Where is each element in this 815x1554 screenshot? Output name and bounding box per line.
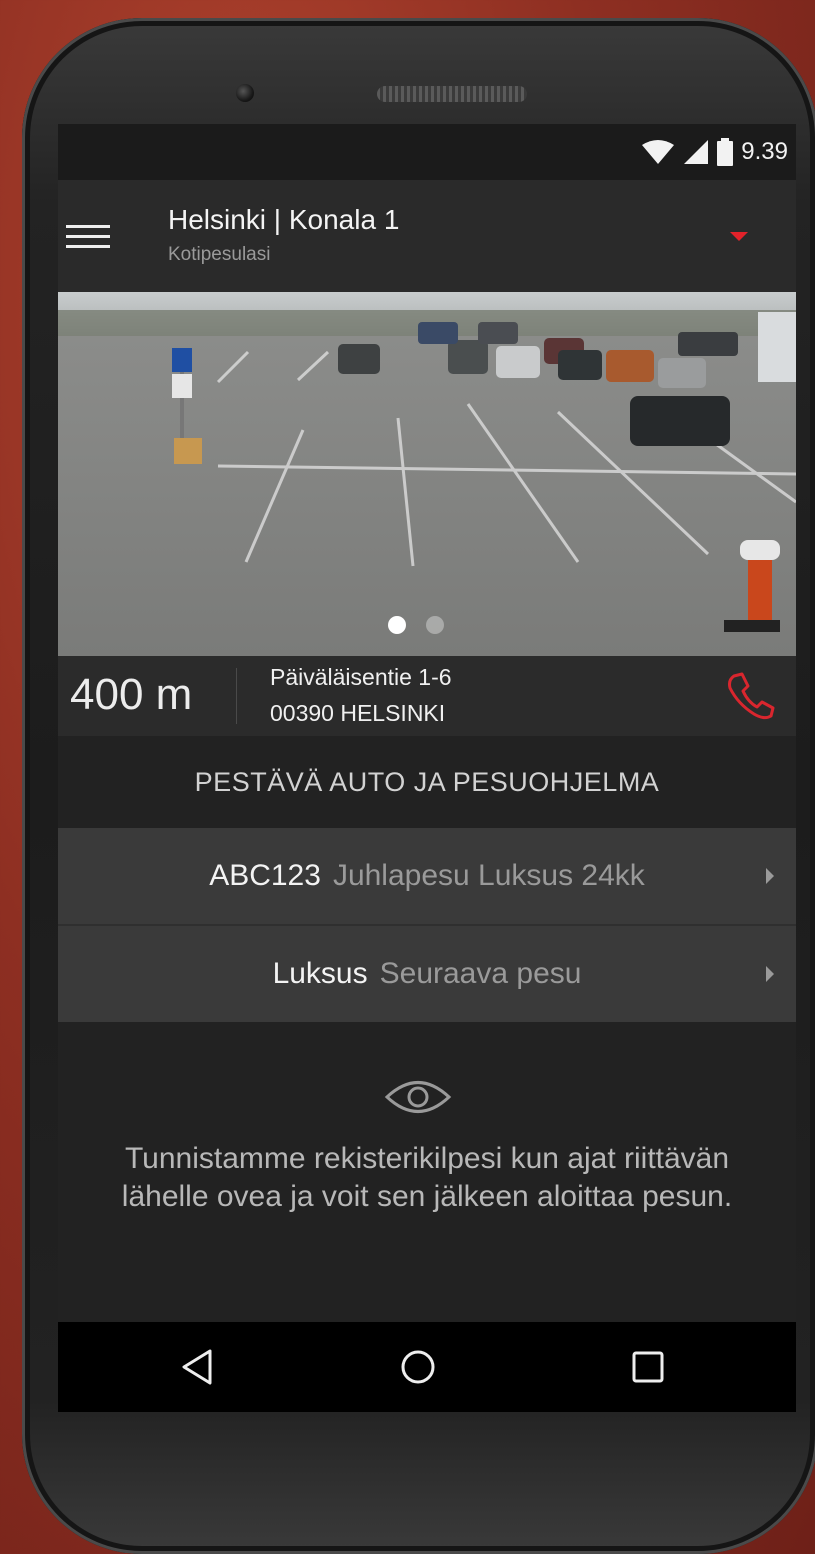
carousel-dot[interactable] [388, 616, 406, 634]
front-camera [236, 84, 254, 102]
status-icons: 9.39 [641, 138, 788, 166]
phone-icon[interactable] [724, 670, 776, 722]
recents-icon[interactable] [628, 1347, 668, 1387]
earpiece-speaker [377, 86, 527, 102]
parking-lot-image [58, 292, 796, 656]
postal-city: 00390 HELSINKI [270, 700, 446, 726]
wash-type-row[interactable]: Luksus Seuraava pesu [58, 926, 796, 1022]
home-icon[interactable] [398, 1347, 438, 1387]
distance-label: 400 m [70, 670, 193, 719]
status-bar: 9.39 [58, 124, 796, 180]
app-bar: Helsinki | Konala 1 Kotipesulasi [58, 180, 796, 292]
signal-icon [684, 140, 709, 164]
street-address: Päiväläisentie 1-6 [270, 664, 452, 690]
location-photo[interactable] [58, 292, 796, 656]
vehicle-program-row[interactable]: ABC123 Juhlapesu Luksus 24kk [58, 828, 796, 924]
app-screen: 9.39 Helsinki | Konala 1 Kotipesulasi 40… [58, 124, 796, 1412]
vehicle-plate: ABC123 [209, 859, 321, 892]
location-info-bar: 400 m Päiväläisentie 1-6 00390 HELSINKI [58, 656, 796, 736]
info-divider [236, 668, 237, 724]
section-header: PESTÄVÄ AUTO JA PESUOHJELMA [194, 767, 660, 797]
wash-program: Juhlapesu Luksus 24kk [332, 859, 645, 892]
dropdown-arrow-icon[interactable] [730, 232, 748, 241]
location-subtitle: Kotipesulasi [168, 244, 271, 265]
chevron-right-icon [766, 868, 774, 884]
navigation-bar [58, 1322, 796, 1412]
battery-icon [717, 138, 734, 166]
eye-icon [384, 1081, 452, 1113]
hamburger-menu-icon[interactable] [66, 220, 110, 254]
back-icon[interactable] [178, 1347, 218, 1387]
carousel-dot[interactable] [426, 616, 444, 634]
status-time: 9.39 [741, 138, 788, 165]
carousel-indicator [388, 616, 444, 634]
location-title[interactable]: Helsinki | Konala 1 [168, 204, 399, 236]
wifi-icon [642, 140, 675, 164]
plate-recognition-hint: Tunnistamme rekisterikilpesi kun ajat ri… [121, 1142, 733, 1213]
wash-type: Luksus [272, 957, 368, 990]
next-wash: Seuraava pesu [379, 957, 582, 990]
chevron-right-icon [766, 966, 774, 982]
